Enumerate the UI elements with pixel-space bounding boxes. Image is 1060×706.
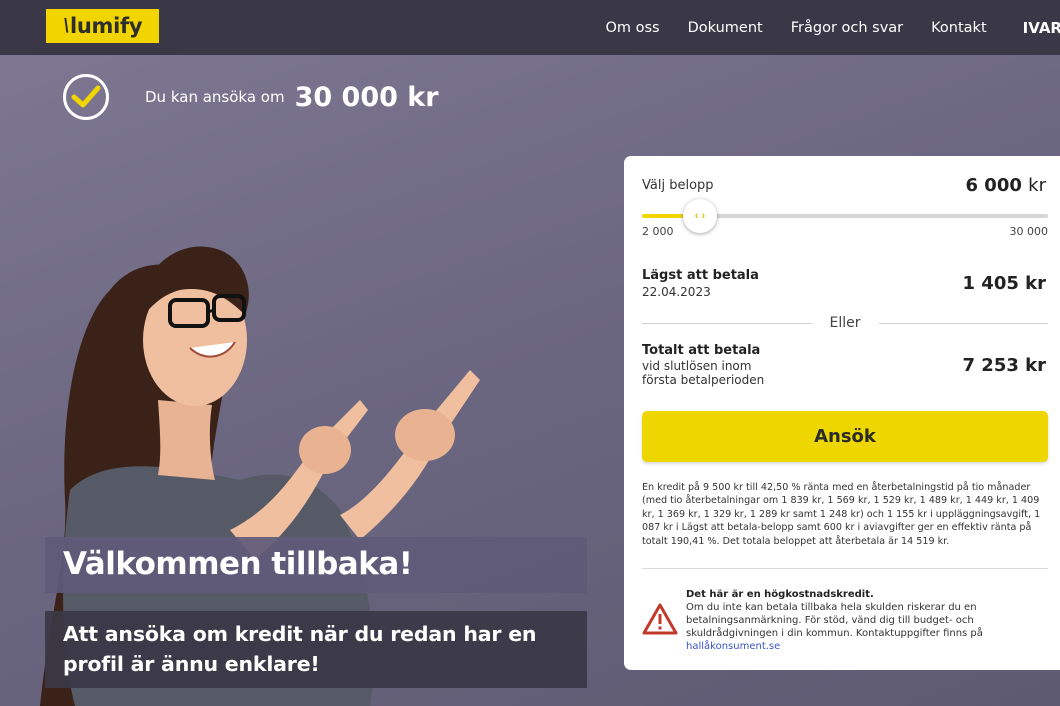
amount-label: Välj belopp [642, 178, 714, 193]
total-payment-label: Totalt att betala [642, 343, 761, 358]
apply-button[interactable]: Ansök [642, 411, 1048, 462]
slider-min-label: 2 000 [642, 225, 674, 238]
lowest-payment-value: 1 405 kr [962, 273, 1046, 294]
top-navigation-bar: \ lumify Om oss Dokument Frågor och svar … [0, 0, 1060, 55]
check-circle-icon [63, 74, 109, 120]
high-cost-credit-warning: Det här är en högkostnadskredit. Om du i… [686, 588, 1046, 653]
hallakonsument-link[interactable]: hallåkonsument.se [686, 641, 780, 652]
amount-value: 6 000 kr [966, 175, 1046, 196]
warning-triangle-icon [642, 603, 678, 635]
welcome-heading: Välkommen tillbaka! [45, 537, 587, 593]
eligibility-text: Du kan ansöka om [145, 88, 285, 106]
total-payment-sub2: första betalperioden [642, 373, 765, 387]
amount-number: 6 000 [965, 175, 1022, 196]
total-payment-sub1: vid slutlösen inom [642, 359, 752, 373]
welcome-subtitle: Att ansöka om kredit när du redan har en… [45, 611, 587, 688]
lowest-payment-date: 22.04.2023 [642, 285, 711, 299]
nav-dokument[interactable]: Dokument [688, 20, 763, 36]
lumify-logo[interactable]: \ lumify [46, 9, 159, 43]
nav-fragor-och-svar[interactable]: Frågor och svar [791, 20, 903, 36]
lowest-payment-row: Lägst att betala 22.04.2023 1 405 kr [642, 268, 1046, 299]
or-divider: Eller [642, 315, 1048, 331]
amount-unit: kr [1028, 175, 1046, 196]
or-label: Eller [829, 315, 861, 331]
lowest-payment-label: Lägst att betala [642, 268, 759, 283]
user-menu[interactable]: IVAR [1023, 19, 1060, 37]
eligibility-banner: Du kan ansöka om 30 000 kr [63, 74, 439, 120]
warning-title: Det här är en högkostnadskredit. [686, 589, 874, 600]
slider-max-label: 30 000 [1009, 225, 1049, 238]
credit-disclaimer: En kredit på 9 500 kr till 42,50 % ränta… [642, 482, 1041, 547]
loan-calculator-card: Välj belopp 6 000 kr ‹ › 2 000 30 000 Lä… [624, 156, 1060, 670]
amount-slider[interactable]: ‹ › [642, 199, 1048, 233]
logo-text: lumify [70, 14, 143, 38]
nav-om-oss[interactable]: Om oss [605, 20, 659, 36]
slider-range-labels: 2 000 30 000 [642, 225, 1048, 238]
total-payment-row: Totalt att betala vid slutlösen inom för… [642, 343, 1046, 387]
amount-row: Välj belopp 6 000 kr [642, 175, 1046, 196]
main-nav: Om oss Dokument Frågor och svar Kontakt … [577, 0, 1060, 55]
slider-arrows-icon: ‹ › [694, 210, 706, 222]
warning-body: Om du inte kan betala tillbaka hela skul… [686, 602, 983, 639]
nav-kontakt[interactable]: Kontakt [931, 20, 987, 36]
card-divider [642, 568, 1048, 569]
total-payment-value: 7 253 kr [962, 354, 1046, 376]
eligibility-amount: 30 000 kr [294, 81, 439, 113]
